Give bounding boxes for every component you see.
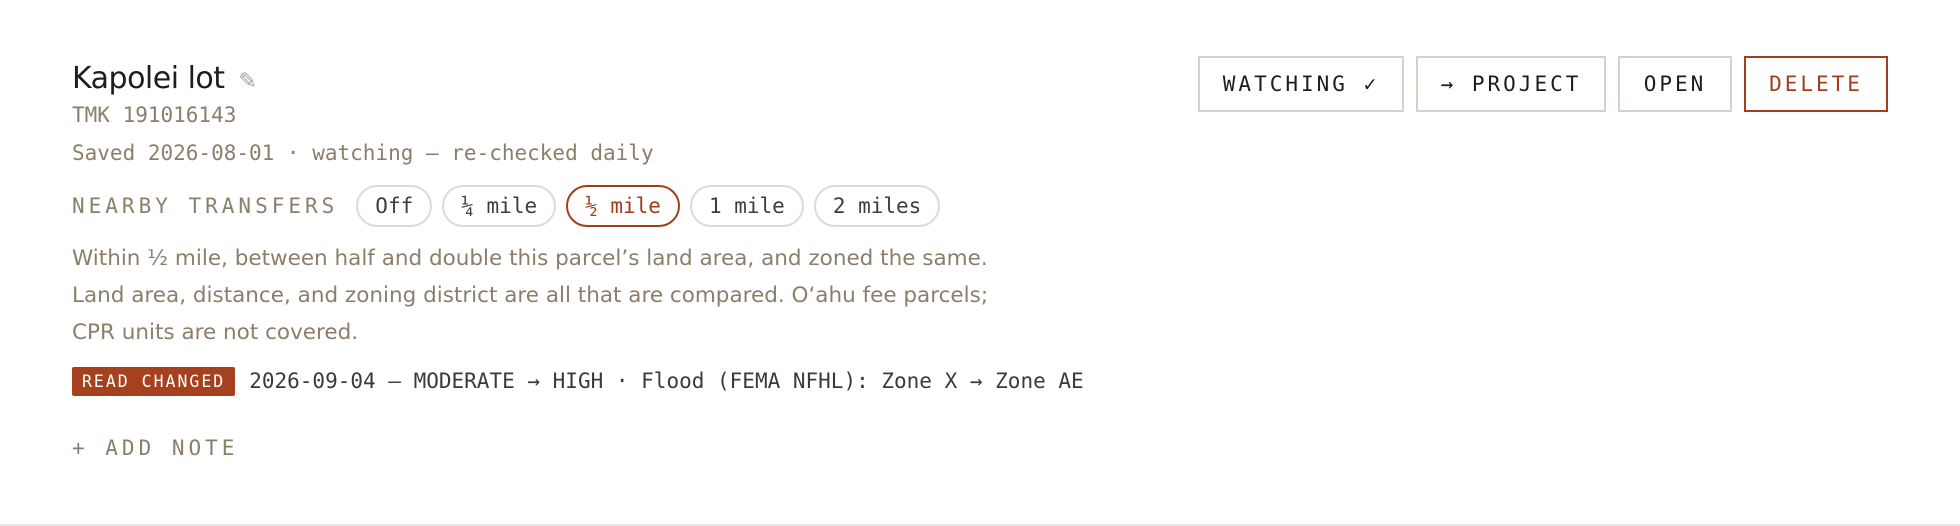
read-change-row: READ CHANGED 2026-09-04 — MODERATE → HIG… <box>72 366 1084 396</box>
watching-button[interactable]: WATCHING ✓ <box>1198 56 1404 112</box>
nearby-transfers-filter: NEARBY TRANSFERS Off ¼ mile ½ mile 1 mil… <box>72 184 950 228</box>
parcel-title: Kapolei lot <box>72 60 225 96</box>
open-button[interactable]: OPEN <box>1618 56 1732 112</box>
action-buttons: WATCHING ✓ → PROJECT OPEN DELETE <box>1198 56 1888 112</box>
read-changed-badge: READ CHANGED <box>72 366 236 396</box>
parcel-card: Kapolei lot ✎ TMK 191016143 Saved 2026-0… <box>0 0 1960 526</box>
radius-option-quarter-mile[interactable]: ¼ mile <box>442 185 557 227</box>
saved-status: Saved 2026-08-01 · watching — re-checked… <box>72 141 654 165</box>
transfers-description: Within ½ mile, between half and double t… <box>72 246 989 345</box>
pencil-icon[interactable]: ✎ <box>239 68 257 94</box>
radius-option-off[interactable]: Off <box>356 185 433 227</box>
delete-button[interactable]: DELETE <box>1744 56 1888 112</box>
read-change-text: 2026-09-04 — MODERATE → HIGH · Flood (FE… <box>249 369 1084 393</box>
to-project-button[interactable]: → PROJECT <box>1416 56 1606 112</box>
radius-option-half-mile[interactable]: ½ mile <box>566 185 680 227</box>
radius-option-one-mile[interactable]: 1 mile <box>689 185 804 227</box>
nearby-transfers-label: NEARBY TRANSFERS <box>72 194 339 218</box>
add-note-button[interactable]: + ADD NOTE <box>72 436 238 460</box>
radius-option-two-miles[interactable]: 2 miles <box>813 185 941 227</box>
title-row: Kapolei lot ✎ <box>72 56 257 100</box>
tmk-number: TMK 191016143 <box>72 103 237 127</box>
